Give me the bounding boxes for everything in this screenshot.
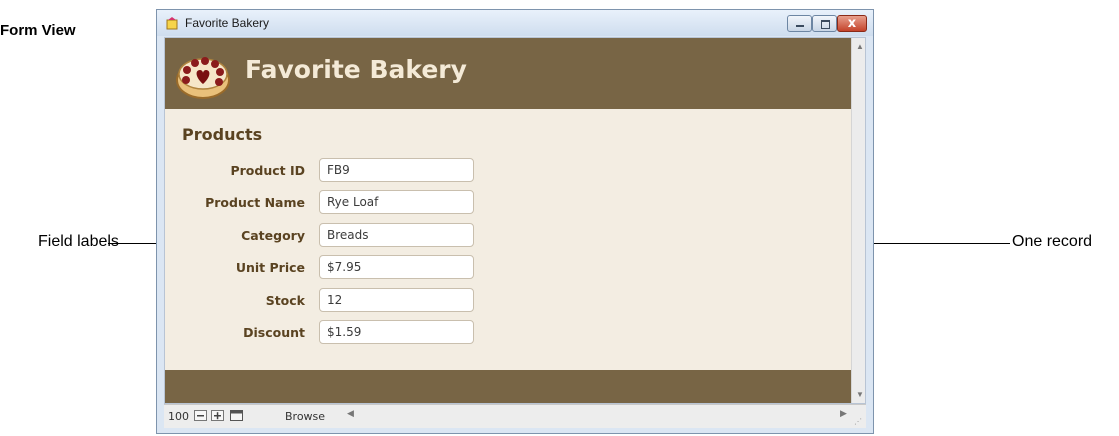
figure-caption: Form View [0, 22, 76, 39]
app-window: Favorite Bakery x Favorite Bakery Produc… [156, 9, 874, 434]
window-title: Favorite Bakery [185, 16, 270, 30]
mode-indicator[interactable]: Browse [285, 410, 325, 423]
zoom-in-icon[interactable] [211, 410, 224, 421]
stock-field[interactable]: 12 [319, 288, 474, 312]
product-id-field[interactable]: FB9 [319, 158, 474, 182]
label-category: Category [241, 228, 305, 243]
product-name-field[interactable]: Rye Loaf [319, 190, 474, 214]
resize-grip-icon[interactable]: ⋰ [854, 417, 862, 426]
close-icon: x [847, 16, 857, 31]
header-band: Favorite Bakery [165, 38, 851, 109]
title-bar[interactable]: Favorite Bakery x [157, 10, 873, 36]
cake-icon [176, 57, 230, 99]
vertical-scrollbar[interactable]: ▲ ▼ [851, 38, 865, 403]
section-title: Products [182, 125, 263, 144]
app-icon [166, 17, 178, 30]
status-area-toggle-icon[interactable] [230, 410, 243, 421]
form-area: Favorite Bakery Products Product ID FB9 … [164, 37, 866, 404]
minimize-button[interactable] [787, 15, 812, 32]
label-stock: Stock [265, 293, 305, 308]
status-bar: 100 Browse ◀ ▶ ⋰ [164, 404, 866, 428]
category-field[interactable]: Breads [319, 223, 474, 247]
unit-price-field[interactable]: $7.95 [319, 255, 474, 279]
scroll-left-icon[interactable]: ◀ [347, 409, 354, 419]
scroll-up-icon[interactable]: ▲ [852, 42, 865, 51]
scroll-right-icon[interactable]: ▶ [840, 409, 847, 419]
app-heading: Favorite Bakery [245, 55, 467, 84]
discount-field[interactable]: $1.59 [319, 320, 474, 344]
zoom-level[interactable]: 100 [168, 410, 189, 423]
label-unit-price: Unit Price [235, 260, 305, 275]
label-discount: Discount [243, 325, 305, 340]
zoom-out-icon[interactable] [194, 410, 207, 421]
label-product-id: Product ID [230, 163, 305, 178]
close-button[interactable]: x [837, 15, 867, 32]
scroll-down-icon[interactable]: ▼ [852, 390, 865, 399]
maximize-button[interactable] [812, 15, 837, 32]
footer-band [165, 370, 851, 403]
callout-one-record: One record [1012, 233, 1093, 250]
callout-field-labels: Field labels [38, 233, 119, 250]
label-product-name: Product Name [205, 195, 305, 210]
